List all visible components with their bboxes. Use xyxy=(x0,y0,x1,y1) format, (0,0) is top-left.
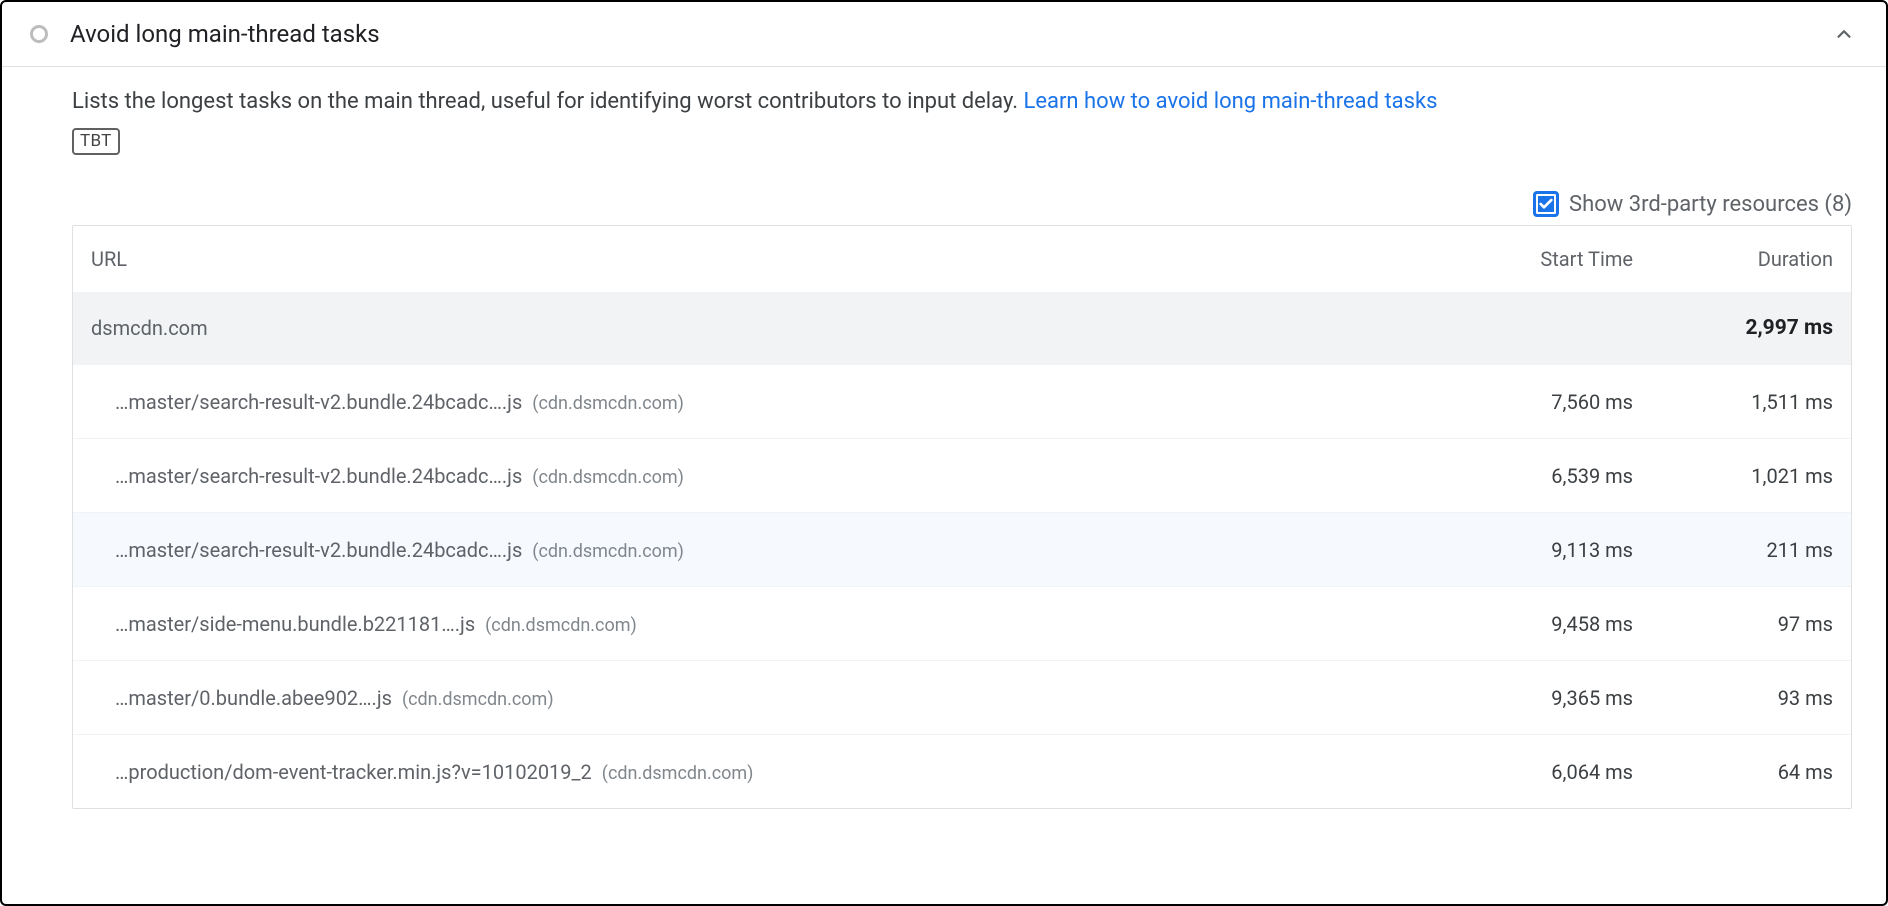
audit-header[interactable]: Avoid long main-thread tasks xyxy=(2,2,1886,67)
row-host: (cdn.dsmcdn.com) xyxy=(602,763,754,784)
status-ring-icon xyxy=(30,25,48,43)
row-host: (cdn.dsmcdn.com) xyxy=(532,467,684,488)
col-url: URL xyxy=(91,247,1433,271)
audit-body: Lists the longest tasks on the main thre… xyxy=(2,67,1886,809)
row-duration: 1,021 ms xyxy=(1633,464,1833,488)
description-text: Lists the longest tasks on the main thre… xyxy=(72,89,1023,114)
row-url: …master/0.bundle.abee902….js xyxy=(115,686,392,710)
row-host: (cdn.dsmcdn.com) xyxy=(532,393,684,414)
row-host: (cdn.dsmcdn.com) xyxy=(485,615,637,636)
row-start-time: 7,560 ms xyxy=(1433,390,1633,414)
row-url: …master/search-result-v2.bundle.24bcadc…… xyxy=(115,538,522,562)
row-duration: 64 ms xyxy=(1633,760,1833,784)
audit-description: Lists the longest tasks on the main thre… xyxy=(72,85,1852,118)
row-start-time: 6,064 ms xyxy=(1433,760,1633,784)
row-url: …master/search-result-v2.bundle.24bcadc…… xyxy=(115,390,522,414)
row-host: (cdn.dsmcdn.com) xyxy=(532,541,684,562)
row-duration: 93 ms xyxy=(1633,686,1833,710)
table-group-row[interactable]: dsmcdn.com 2,997 ms xyxy=(73,292,1851,364)
row-duration: 211 ms xyxy=(1633,538,1833,562)
row-start-time: 9,458 ms xyxy=(1433,612,1633,636)
third-party-checkbox[interactable] xyxy=(1533,191,1559,217)
table-row[interactable]: …master/0.bundle.abee902….js (cdn.dsmcdn.… xyxy=(73,660,1851,734)
table-row[interactable]: …production/dom-event-tracker.min.js?v=1… xyxy=(73,734,1851,808)
group-duration: 2,997 ms xyxy=(1633,316,1833,340)
table-row[interactable]: …master/search-result-v2.bundle.24bcadc…… xyxy=(73,364,1851,438)
row-start-time: 9,365 ms xyxy=(1433,686,1633,710)
col-duration: Duration xyxy=(1633,247,1833,271)
row-host: (cdn.dsmcdn.com) xyxy=(402,689,554,710)
col-start-time: Start Time xyxy=(1433,247,1633,271)
table-header: URL Start Time Duration xyxy=(73,226,1851,292)
row-url: …master/side-menu.bundle.b221181….js xyxy=(115,612,475,636)
metric-badge-tbt: TBT xyxy=(72,128,120,155)
group-host: dsmcdn.com xyxy=(91,316,1433,340)
row-duration: 97 ms xyxy=(1633,612,1833,636)
row-url: …master/search-result-v2.bundle.24bcadc…… xyxy=(115,464,522,488)
row-duration: 1,511 ms xyxy=(1633,390,1833,414)
audit-title: Avoid long main-thread tasks xyxy=(70,20,1830,48)
table-row[interactable]: …master/search-result-v2.bundle.24bcadc…… xyxy=(73,438,1851,512)
table-row[interactable]: …master/side-menu.bundle.b221181….js (cdn… xyxy=(73,586,1851,660)
table-row[interactable]: …master/search-result-v2.bundle.24bcadc…… xyxy=(73,512,1851,586)
row-url: …production/dom-event-tracker.min.js?v=1… xyxy=(115,760,592,784)
third-party-toggle-row: Show 3rd-party resources (8) xyxy=(72,191,1852,217)
row-start-time: 6,539 ms xyxy=(1433,464,1633,488)
learn-more-link[interactable]: Learn how to avoid long main-thread task… xyxy=(1023,89,1437,114)
chevron-up-icon[interactable] xyxy=(1830,20,1858,48)
third-party-label: Show 3rd-party resources (8) xyxy=(1569,192,1852,217)
tasks-table: URL Start Time Duration dsmcdn.com 2,997… xyxy=(72,225,1852,809)
audit-panel: Avoid long main-thread tasks Lists the l… xyxy=(0,0,1888,906)
row-start-time: 9,113 ms xyxy=(1433,538,1633,562)
